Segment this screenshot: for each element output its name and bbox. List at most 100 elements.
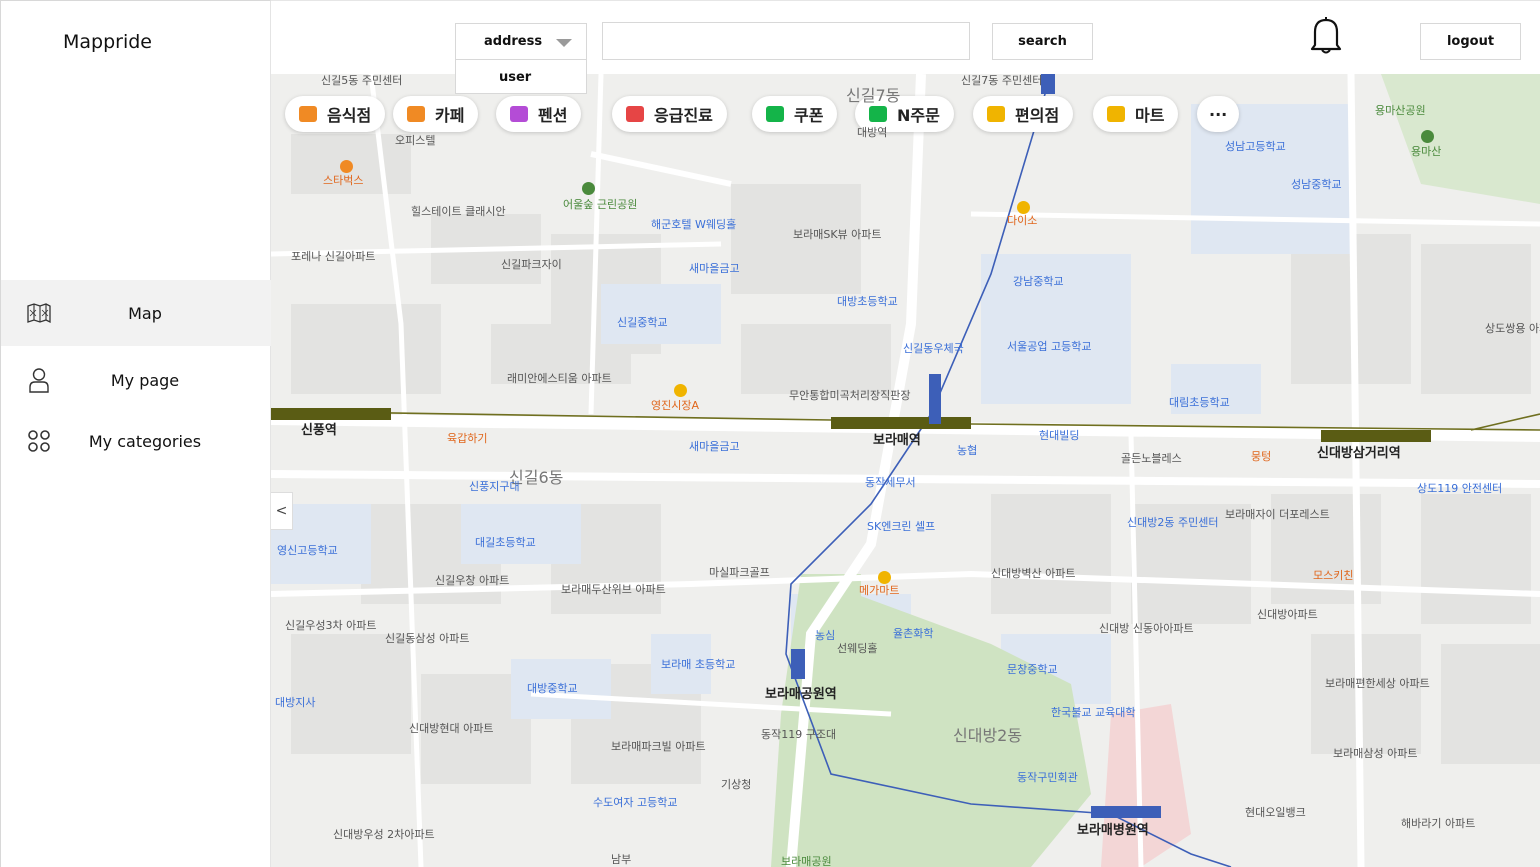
map-poi[interactable]: 뭉텅 — [1251, 450, 1271, 463]
map-poi[interactable]: 신풍지구대 — [469, 480, 520, 493]
map-poi[interactable]: 메가마트 — [859, 584, 899, 597]
map-poi[interactable]: 농협 — [957, 444, 977, 457]
chip-cafe[interactable]: 카페 — [393, 96, 479, 132]
map-poi[interactable]: 용마산 — [1411, 145, 1441, 158]
map-poi[interactable]: 새마을금고 — [689, 440, 740, 453]
map-poi[interactable]: 신대방벽산 아파트 — [991, 567, 1075, 580]
map-poi[interactable]: 신대방현대 아파트 — [409, 722, 493, 735]
map-poi[interactable]: 현대빌딩 — [1039, 429, 1079, 442]
map-poi[interactable]: 신길5동 주민센터 — [321, 74, 402, 87]
park-pin-icon[interactable] — [582, 182, 595, 195]
app-logo[interactable]: Mappride — [63, 31, 152, 53]
map-poi[interactable]: 강남중학교 — [1013, 275, 1064, 288]
map-poi[interactable]: 기상청 — [721, 778, 751, 791]
map-poi[interactable]: 영신고등학교 — [277, 544, 338, 557]
map-poi[interactable]: 대길초등학교 — [475, 536, 536, 549]
map-poi[interactable]: 상도쌍용 아파 — [1485, 322, 1540, 335]
map-poi[interactable]: 신길우창 아파트 — [435, 574, 509, 587]
bell-icon[interactable] — [1306, 14, 1346, 56]
map-poi[interactable]: 오피스텔 — [395, 134, 435, 147]
map-poi[interactable]: 보라매자이 더포레스트 — [1225, 508, 1330, 521]
map-poi[interactable]: 보라매삼성 아파트 — [1333, 747, 1417, 760]
map-view[interactable]: < 음식점 카페 펜션 응급진료 쿠폰 N주문 편의점 마트 ··· 신길7동 … — [271, 74, 1540, 867]
station-label[interactable]: 신풍역 — [301, 424, 337, 437]
map-poi[interactable]: 신대방우성 2차아파트 — [333, 828, 435, 841]
map-poi[interactable]: 보라매파크빌 아파트 — [611, 740, 706, 753]
map-poi[interactable]: 신대방2동 주민센터 — [1127, 516, 1218, 529]
map-poi[interactable]: 선웨딩홀 — [837, 642, 877, 655]
map-poi[interactable]: 해바라기 아파트 — [1401, 817, 1475, 830]
map-poi[interactable]: 남부 — [611, 853, 631, 866]
chip-pension[interactable]: 펜션 — [496, 96, 582, 132]
map-poi[interactable]: 보라매공원 — [781, 855, 832, 867]
store-pin-icon[interactable] — [878, 571, 891, 584]
map-poi[interactable]: 골든노블레스 — [1121, 452, 1182, 465]
map-poi[interactable]: 신길동우체국 — [903, 342, 964, 355]
search-input[interactable] — [602, 22, 970, 60]
map-poi[interactable]: 모스키친 — [1313, 569, 1353, 582]
map-poi[interactable]: 해군호텔 W웨딩홀 — [651, 218, 736, 231]
station-label[interactable]: 보라매병원역 — [1077, 824, 1149, 837]
map-poi[interactable]: 동작세무서 — [865, 476, 916, 489]
map-poi[interactable]: 문창중학교 — [1007, 663, 1058, 676]
map-poi[interactable]: 상도119 안전센터 — [1417, 482, 1502, 495]
cafe-pin-icon[interactable] — [340, 160, 353, 173]
map-poi[interactable]: 신길파크자이 — [501, 258, 562, 271]
search-type-option-user[interactable]: user — [455, 59, 587, 94]
map-poi[interactable]: 다이소 — [1007, 214, 1037, 227]
chip-emergency[interactable]: 응급진료 — [612, 96, 727, 132]
map-poi[interactable]: 래미안에스티움 아파트 — [507, 372, 612, 385]
map-poi[interactable]: 힐스테이트 클래시안 — [411, 205, 506, 218]
map-poi[interactable]: 대방역 — [857, 126, 887, 139]
map-poi[interactable]: 현대오일뱅크 — [1245, 806, 1306, 819]
map-poi[interactable]: 보라매 초등학교 — [661, 658, 735, 671]
sidebar-item-my-page[interactable]: My page — [1, 347, 271, 413]
station-label[interactable]: 보라매역 — [873, 434, 921, 447]
chip-convenience[interactable]: 편의점 — [973, 96, 1074, 132]
map-poi[interactable]: 육갑하기 — [447, 432, 487, 445]
map-poi[interactable]: 동작구민회관 — [1017, 771, 1078, 784]
map-poi[interactable]: 신대방 신동아아파트 — [1099, 622, 1194, 635]
search-type-select[interactable]: address — [455, 23, 587, 60]
map-poi[interactable]: 대방초등학교 — [837, 295, 898, 308]
map-poi[interactable]: 보라매SK뷰 아파트 — [793, 228, 882, 241]
station-label[interactable]: 보라매공원역 — [765, 688, 837, 701]
park-pin-icon[interactable] — [1421, 130, 1434, 143]
map-poi[interactable]: 대방중학교 — [527, 682, 578, 695]
map-poi[interactable]: 율촌화학 — [893, 627, 933, 640]
map-poi[interactable]: 포레나 신길아파트 — [291, 250, 375, 263]
map-poi[interactable]: 한국불교 교육대학 — [1051, 706, 1135, 719]
logout-button[interactable]: logout — [1420, 23, 1521, 60]
map-poi[interactable]: 신길우성3차 아파트 — [285, 619, 376, 632]
map-poi[interactable]: 대림초등학교 — [1169, 396, 1230, 409]
map-poi[interactable]: 신길7동 주민센터 — [961, 74, 1042, 87]
map-poi[interactable]: 대방지사 — [275, 696, 315, 709]
map-poi[interactable]: 어울숲 근린공원 — [563, 198, 637, 211]
map-poi[interactable]: 성남중학교 — [1291, 178, 1342, 191]
map-poi[interactable]: 영진시장A — [651, 399, 699, 412]
map-poi[interactable]: 성남고등학교 — [1225, 140, 1286, 153]
store-pin-icon[interactable] — [1017, 201, 1030, 214]
sidebar-item-my-categories[interactable]: My categories — [1, 408, 271, 474]
search-button[interactable]: search — [992, 23, 1093, 60]
chip-restaurant[interactable]: 음식점 — [285, 96, 386, 132]
map-poi[interactable]: 무안통합미곡처리장직판장 — [789, 389, 910, 402]
map-poi[interactable]: 농심 — [815, 629, 835, 642]
map-poi[interactable]: SK엔크린 셀프 — [867, 520, 935, 533]
map-poi[interactable]: 용마산공원 — [1375, 104, 1426, 117]
collapse-sidebar-button[interactable]: < — [271, 492, 293, 530]
chip-coupon[interactable]: 쿠폰 — [752, 96, 838, 132]
map-poi[interactable]: 스타벅스 — [323, 174, 363, 187]
map-poi[interactable]: 신길동삼성 아파트 — [385, 632, 469, 645]
map-poi[interactable]: 마실파크골프 — [709, 566, 770, 579]
sidebar-item-map[interactable]: Map — [1, 280, 271, 346]
chip-mart[interactable]: 마트 — [1093, 96, 1179, 132]
map-poi[interactable]: 새마을금고 — [689, 262, 740, 275]
map-poi[interactable]: 신길중학교 — [617, 316, 668, 329]
map-poi[interactable]: 보라매두산위브 아파트 — [561, 583, 666, 596]
map-poi[interactable]: 신대방아파트 — [1257, 608, 1318, 621]
map-poi[interactable]: 동작119 구조대 — [761, 728, 836, 741]
chip-more[interactable]: ··· — [1197, 96, 1240, 132]
map-poi[interactable]: 서울공업 고등학교 — [1007, 340, 1091, 353]
map-poi[interactable]: 수도여자 고등학교 — [593, 796, 677, 809]
